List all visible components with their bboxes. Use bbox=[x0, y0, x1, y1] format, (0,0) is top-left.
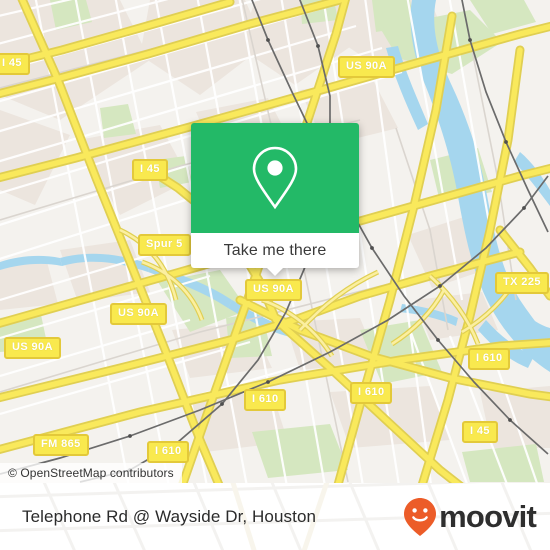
road-shield-spur-5: Spur 5 bbox=[138, 234, 191, 256]
map-attribution[interactable]: © OpenStreetMap contributors bbox=[0, 463, 182, 483]
take-me-there-callout[interactable]: Take me there bbox=[191, 123, 359, 276]
callout-pointer bbox=[266, 267, 284, 276]
road-shield-i-610: I 610 bbox=[147, 441, 190, 463]
moovit-wordmark: moovit bbox=[439, 499, 537, 534]
callout-label: Take me there bbox=[223, 241, 327, 259]
road-shield-i-45: I 45 bbox=[462, 421, 498, 443]
footer-bar: Telephone Rd @ Wayside Dr, Houston moovi… bbox=[0, 483, 550, 550]
road-shield-us-90a: US 90A bbox=[338, 56, 395, 78]
moovit-smiley-pin-icon bbox=[404, 497, 437, 536]
moovit-station-map-card: I 45 US 90A I 45 Spur 5 US 90A TX 225 US… bbox=[0, 0, 550, 550]
road-shield-i-45: I 45 bbox=[132, 159, 168, 181]
map-pin-icon bbox=[252, 146, 298, 210]
road-shield-us-90a: US 90A bbox=[110, 303, 167, 325]
callout-action-panel[interactable]: Take me there bbox=[191, 233, 359, 276]
moovit-logo[interactable]: moovit bbox=[403, 497, 537, 537]
road-shield-i-610: I 610 bbox=[468, 348, 511, 370]
road-shield-i-610: I 610 bbox=[244, 389, 287, 411]
station-title: Telephone Rd @ Wayside Dr, Houston bbox=[22, 506, 317, 526]
road-shield-i-45: I 45 bbox=[0, 53, 30, 75]
road-shield-i-610: I 610 bbox=[350, 382, 393, 404]
road-shield-us-90a: US 90A bbox=[245, 279, 302, 301]
road-shield-us-90a: US 90A bbox=[4, 337, 61, 359]
road-shield-tx-225: TX 225 bbox=[495, 272, 549, 294]
callout-icon-panel bbox=[191, 123, 359, 233]
road-shield-fm-865: FM 865 bbox=[33, 434, 89, 456]
